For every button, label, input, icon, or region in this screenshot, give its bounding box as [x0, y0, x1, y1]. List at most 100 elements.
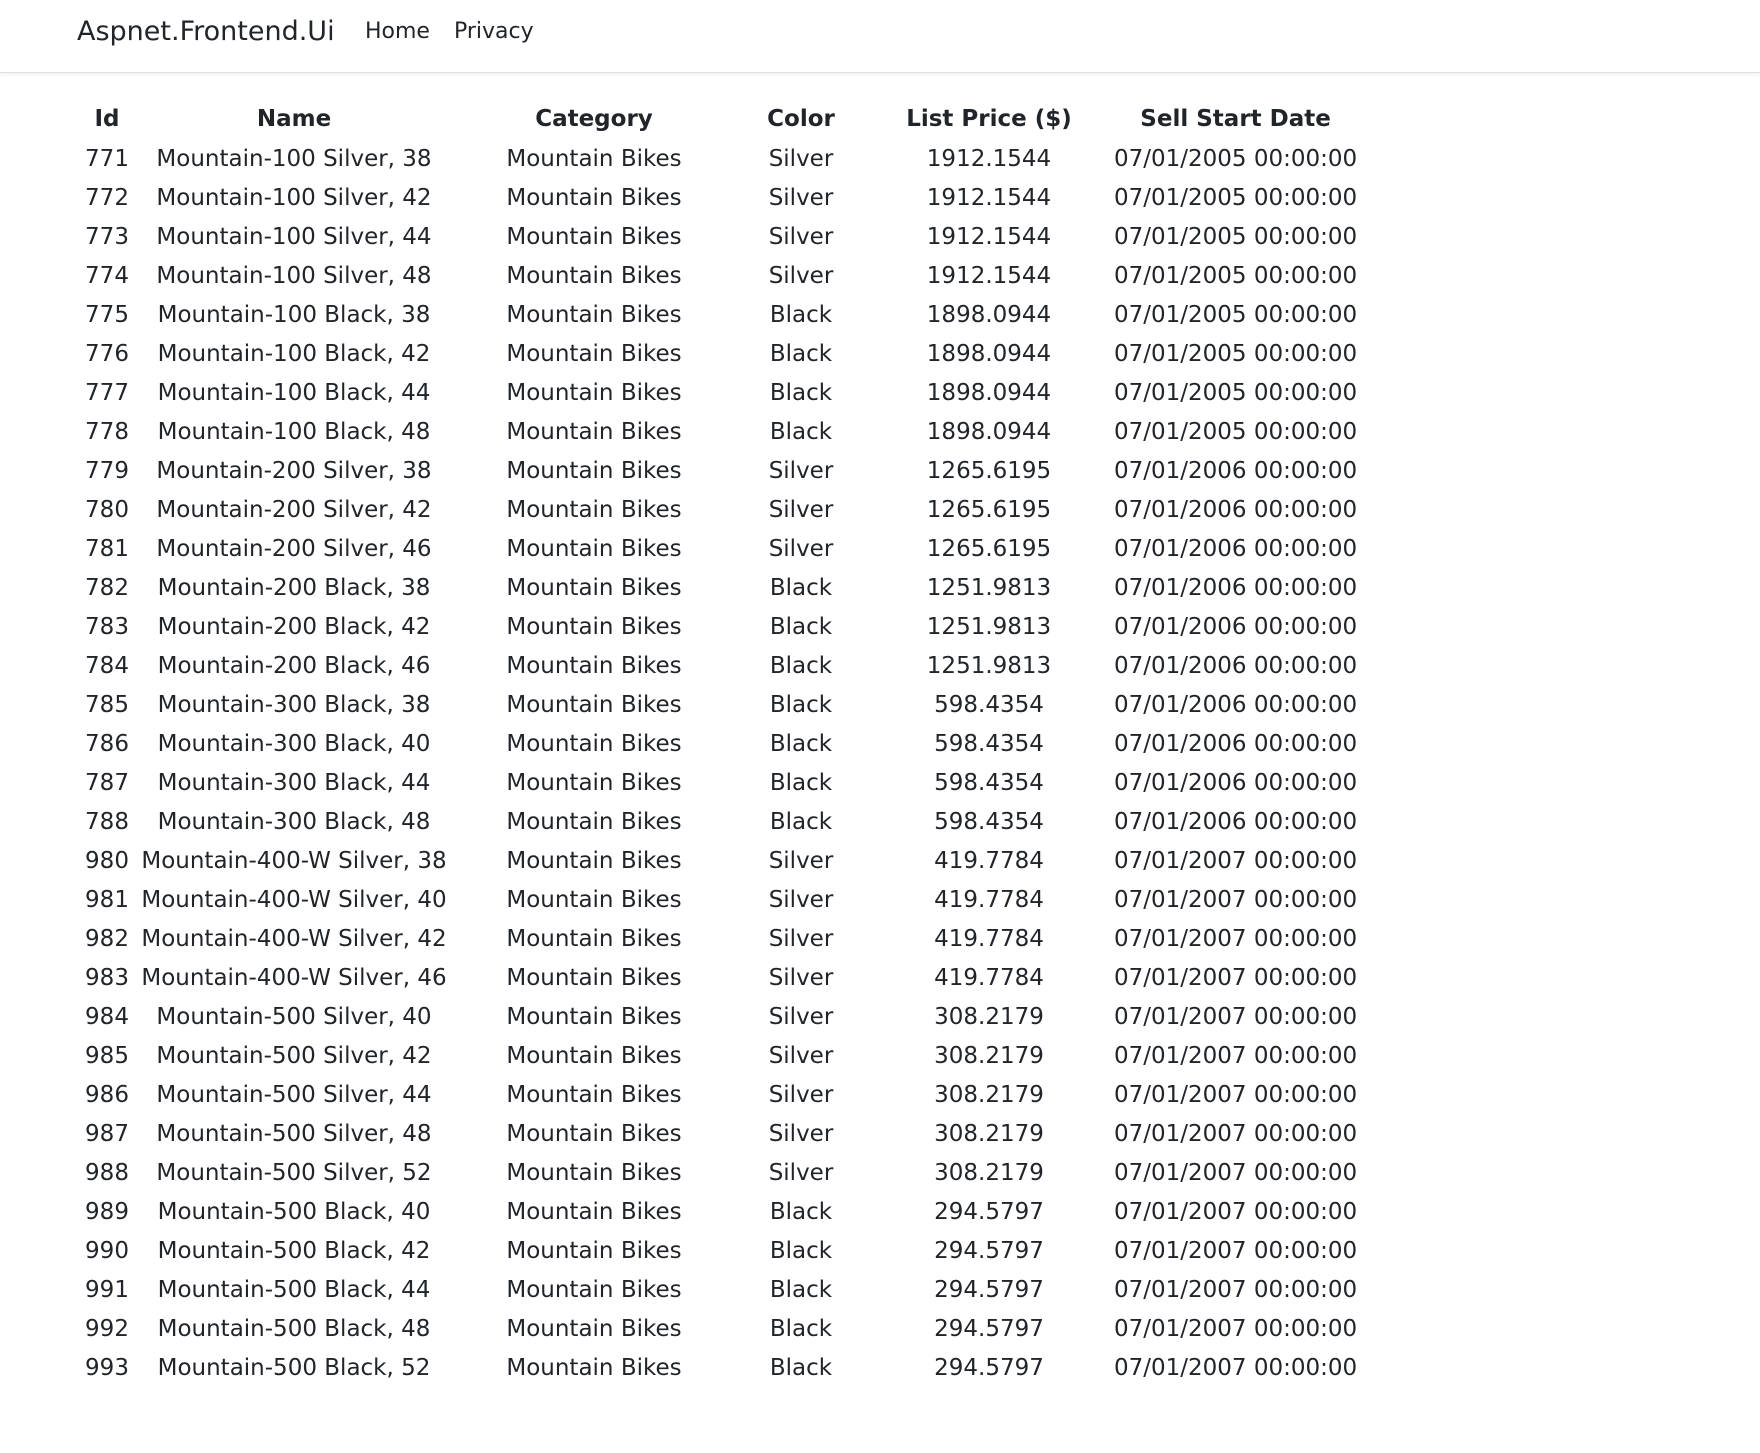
cell-list-price: 1265.6195: [926, 496, 1052, 523]
cell-sell-start-date: 07/01/2005 00:00:00: [1114, 184, 1358, 211]
cell-category: Mountain Bikes: [506, 184, 682, 211]
cell-name: Mountain-500 Silver, 52: [156, 1159, 432, 1186]
cell-category: Mountain Bikes: [506, 730, 682, 757]
cell-list-price: 598.4354: [934, 808, 1044, 835]
cell-color: Black: [769, 808, 833, 835]
table-row: 775 Mountain-100 Black, 38 Mountain Bikes B…: [76, 295, 1357, 334]
cell-name: Mountain-100 Black, 38: [157, 301, 431, 328]
cell-category: Mountain Bikes: [506, 691, 682, 718]
cell-list-price: 308.2179: [934, 1081, 1044, 1108]
table-row: 778 Mountain-100 Black, 48 Mountain Bikes B…: [76, 412, 1357, 451]
cell-color: Black: [769, 1198, 833, 1225]
table-row: 786 Mountain-300 Black, 40 Mountain Bikes B…: [76, 724, 1357, 763]
cell-sell-start-date: 07/01/2006 00:00:00: [1114, 457, 1358, 484]
cell-list-price: 1898.0944: [926, 379, 1052, 406]
cell-category: Mountain Bikes: [506, 886, 682, 913]
cell-list-price: 1265.6195: [926, 457, 1052, 484]
cell-id: 773: [85, 223, 129, 250]
cell-list-price: 294.5797: [934, 1354, 1044, 1381]
cell-list-price: 1912.1544: [926, 184, 1052, 211]
cell-list-price: 308.2179: [934, 1159, 1044, 1186]
cell-sell-start-date: 07/01/2005 00:00:00: [1114, 223, 1358, 250]
cell-sell-start-date: 07/01/2006 00:00:00: [1114, 730, 1358, 757]
cell-id: 786: [85, 730, 129, 757]
cell-id: 782: [85, 574, 129, 601]
cell-id: 993: [85, 1354, 129, 1381]
cell-sell-start-date: 07/01/2007 00:00:00: [1114, 1276, 1358, 1303]
cell-color: Black: [769, 730, 833, 757]
cell-name: Mountain-100 Silver, 38: [156, 145, 432, 172]
cell-list-price: 294.5797: [934, 1276, 1044, 1303]
cell-color: Silver: [768, 1120, 834, 1147]
cell-category: Mountain Bikes: [506, 145, 682, 172]
cell-color: Black: [769, 418, 833, 445]
cell-sell-start-date: 07/01/2007 00:00:00: [1114, 1159, 1358, 1186]
cell-name: Mountain-400-W Silver, 40: [141, 886, 447, 913]
cell-list-price: 598.4354: [934, 730, 1044, 757]
cell-category: Mountain Bikes: [506, 964, 682, 991]
cell-category: Mountain Bikes: [506, 1042, 682, 1069]
cell-category: Mountain Bikes: [506, 496, 682, 523]
cell-id: 775: [85, 301, 129, 328]
cell-sell-start-date: 07/01/2006 00:00:00: [1114, 691, 1358, 718]
table-row: 779 Mountain-200 Silver, 38 Mountain Bikes…: [76, 451, 1357, 490]
table-row: 785 Mountain-300 Black, 38 Mountain Bikes B…: [76, 685, 1357, 724]
cell-name: Mountain-300 Black, 38: [157, 691, 431, 718]
cell-id: 985: [85, 1042, 129, 1069]
cell-sell-start-date: 07/01/2006 00:00:00: [1114, 496, 1358, 523]
brand-link[interactable]: Aspnet.Frontend.Ui: [77, 14, 335, 50]
cell-id: 982: [85, 925, 129, 952]
cell-color: Silver: [768, 262, 834, 289]
cell-sell-start-date: 07/01/2007 00:00:00: [1114, 886, 1358, 913]
cell-category: Mountain Bikes: [506, 1120, 682, 1147]
table-row: 784 Mountain-200 Black, 46 Mountain Bikes B…: [76, 646, 1357, 685]
cell-sell-start-date: 07/01/2006 00:00:00: [1114, 769, 1358, 796]
cell-color: Silver: [768, 145, 834, 172]
cell-id: 771: [85, 145, 129, 172]
nav-link-privacy[interactable]: Privacy: [454, 17, 534, 47]
cell-list-price: 294.5797: [934, 1315, 1044, 1342]
cell-color: Silver: [768, 1003, 834, 1030]
cell-color: Black: [769, 1237, 833, 1264]
cell-color: Black: [769, 691, 833, 718]
cell-id: 784: [85, 652, 129, 679]
cell-sell-start-date: 07/01/2005 00:00:00: [1114, 262, 1358, 289]
cell-category: Mountain Bikes: [506, 1315, 682, 1342]
cell-name: Mountain-500 Silver, 42: [156, 1042, 432, 1069]
cell-list-price: 598.4354: [934, 691, 1044, 718]
table-row: 773 Mountain-100 Silver, 44 Mountain Bikes…: [76, 217, 1357, 256]
cell-id: 984: [85, 1003, 129, 1030]
cell-id: 986: [85, 1081, 129, 1108]
table-row: 780 Mountain-200 Silver, 42 Mountain Bikes…: [76, 490, 1357, 529]
cell-id: 780: [85, 496, 129, 523]
cell-category: Mountain Bikes: [506, 535, 682, 562]
table-row: 781 Mountain-200 Silver, 46 Mountain Bikes…: [76, 529, 1357, 568]
table-row: 986 Mountain-500 Silver, 44 Mountain Bikes…: [76, 1075, 1357, 1114]
table-row: 993 Mountain-500 Black, 52 Mountain Bikes B…: [76, 1348, 1357, 1387]
table-body: 771 Mountain-100 Silver, 38 Mountain Bikes…: [76, 139, 1357, 1387]
cell-list-price: 1265.6195: [926, 535, 1052, 562]
cell-list-price: 308.2179: [934, 1003, 1044, 1030]
table-row: 984 Mountain-500 Silver, 40 Mountain Bikes…: [76, 997, 1357, 1036]
cell-list-price: 419.7784: [934, 964, 1044, 991]
cell-color: Black: [769, 1354, 833, 1381]
cell-id: 981: [85, 886, 129, 913]
nav-link-home[interactable]: Home: [365, 17, 430, 47]
cell-list-price: 419.7784: [934, 886, 1044, 913]
cell-category: Mountain Bikes: [506, 1354, 682, 1381]
cell-list-price: 1898.0944: [926, 340, 1052, 367]
table-row: 772 Mountain-100 Silver, 42 Mountain Bikes…: [76, 178, 1357, 217]
products-table-container: Id Name Category Color List Price ($) Se…: [76, 99, 1357, 1387]
cell-name: Mountain-500 Silver, 48: [156, 1120, 432, 1147]
table-row: 777 Mountain-100 Black, 44 Mountain Bikes B…: [76, 373, 1357, 412]
cell-category: Mountain Bikes: [506, 574, 682, 601]
cell-color: Black: [769, 613, 833, 640]
table-row: 774 Mountain-100 Silver, 48 Mountain Bikes…: [76, 256, 1357, 295]
cell-category: Mountain Bikes: [506, 262, 682, 289]
cell-id: 787: [85, 769, 129, 796]
cell-color: Silver: [768, 847, 834, 874]
cell-id: 989: [85, 1198, 129, 1225]
cell-sell-start-date: 07/01/2007 00:00:00: [1114, 1237, 1358, 1264]
cell-category: Mountain Bikes: [506, 1198, 682, 1225]
cell-list-price: 419.7784: [934, 847, 1044, 874]
